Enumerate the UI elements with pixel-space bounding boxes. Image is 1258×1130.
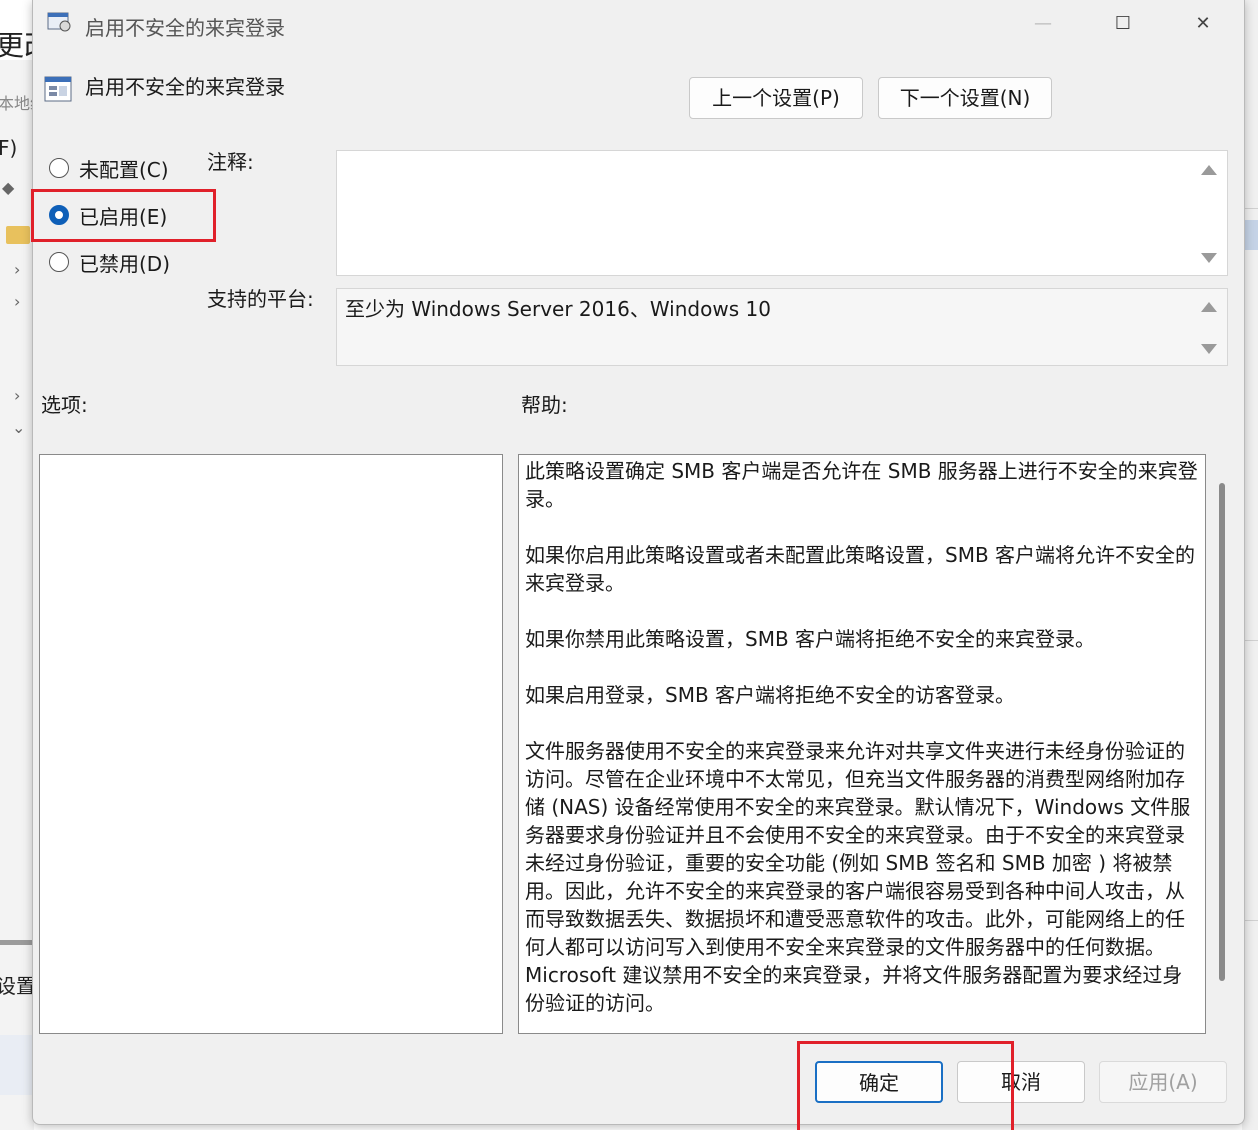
- options-label: 选项:: [41, 393, 88, 417]
- chevron-right-icon[interactable]: ›: [14, 386, 20, 405]
- title-bar[interactable]: 启用不安全的来宾登录 — ☐ ✕: [33, 0, 1244, 50]
- scroll-up-icon[interactable]: [1201, 165, 1217, 175]
- help-paragraph: 如果你启用此策略设置或者未配置此策略设置，SMB 客户端将允许不安全的来宾登录。: [525, 543, 1196, 595]
- apply-button[interactable]: 应用(A): [1099, 1061, 1227, 1103]
- next-setting-button[interactable]: 下一个设置(N): [878, 77, 1052, 119]
- background-status: 设置: [0, 974, 36, 998]
- platform-text: 至少为 Windows Server 2016、Windows 10: [345, 297, 771, 321]
- cancel-button[interactable]: 取消: [957, 1061, 1085, 1103]
- background-footer: [0, 1035, 34, 1095]
- policy-name: 启用不安全的来宾登录: [85, 75, 285, 99]
- help-scrollbar[interactable]: [1219, 483, 1225, 981]
- ok-button[interactable]: 确定: [815, 1061, 943, 1103]
- chevron-right-icon[interactable]: ›: [14, 292, 20, 311]
- scroll-down-icon[interactable]: [1201, 344, 1217, 354]
- scroll-down-icon[interactable]: [1201, 253, 1217, 263]
- comment-label: 注释:: [207, 150, 254, 174]
- background-menu[interactable]: F): [0, 136, 17, 160]
- previous-setting-button[interactable]: 上一个设置(P): [689, 77, 863, 119]
- background-window: [0, 0, 34, 1130]
- help-label: 帮助:: [521, 393, 568, 417]
- policy-dialog: 启用不安全的来宾登录 — ☐ ✕ 启用不安全的来宾登录 上一个设置(P) 下一个…: [32, 0, 1245, 1125]
- window-title: 启用不安全的来宾登录: [85, 16, 285, 40]
- radio-circle[interactable]: [49, 205, 69, 225]
- background-divider: [0, 940, 34, 945]
- chevron-right-icon[interactable]: ◆: [2, 178, 14, 197]
- policy-setting-icon: [44, 76, 72, 102]
- platform-field: 至少为 Windows Server 2016、Windows 10: [336, 288, 1228, 366]
- help-paragraph: 如果你禁用此策略设置，SMB 客户端将拒绝不安全的来宾登录。: [525, 627, 1096, 651]
- radio-label: 已启用(E): [79, 205, 168, 229]
- maximize-button[interactable]: ☐: [1103, 6, 1143, 42]
- policy-editor-icon: [47, 12, 71, 32]
- help-text: 此策略设置确定 SMB 客户端是否允许在 SMB 服务器上进行不安全的来宾登录。…: [525, 457, 1199, 1017]
- scroll-up-icon[interactable]: [1201, 302, 1217, 312]
- folder-icon: [6, 226, 30, 244]
- chevron-down-icon[interactable]: ⌄: [12, 418, 25, 437]
- radio-circle[interactable]: [49, 158, 69, 178]
- options-panel: [39, 454, 503, 1034]
- radio-label: 已禁用(D): [79, 252, 171, 276]
- chevron-right-icon[interactable]: ›: [14, 260, 20, 279]
- comment-field[interactable]: [336, 150, 1228, 276]
- help-panel: 此策略设置确定 SMB 客户端是否允许在 SMB 服务器上进行不安全的来宾登录。…: [518, 454, 1225, 1034]
- help-paragraph: 如果启用登录，SMB 客户端将拒绝不安全的访客登录。: [525, 683, 1016, 707]
- radio-circle[interactable]: [49, 252, 69, 272]
- radio-label: 未配置(C): [79, 158, 169, 182]
- platform-label: 支持的平台:: [207, 287, 314, 311]
- help-paragraph: 此策略设置确定 SMB 客户端是否允许在 SMB 服务器上进行不安全的来宾登录。: [525, 459, 1198, 511]
- close-button[interactable]: ✕: [1183, 6, 1223, 42]
- help-paragraph: 文件服务器使用不安全的来宾登录来允许对共享文件夹进行未经身份验证的访问。尽管在企…: [525, 739, 1191, 1015]
- minimize-button[interactable]: —: [1023, 6, 1063, 42]
